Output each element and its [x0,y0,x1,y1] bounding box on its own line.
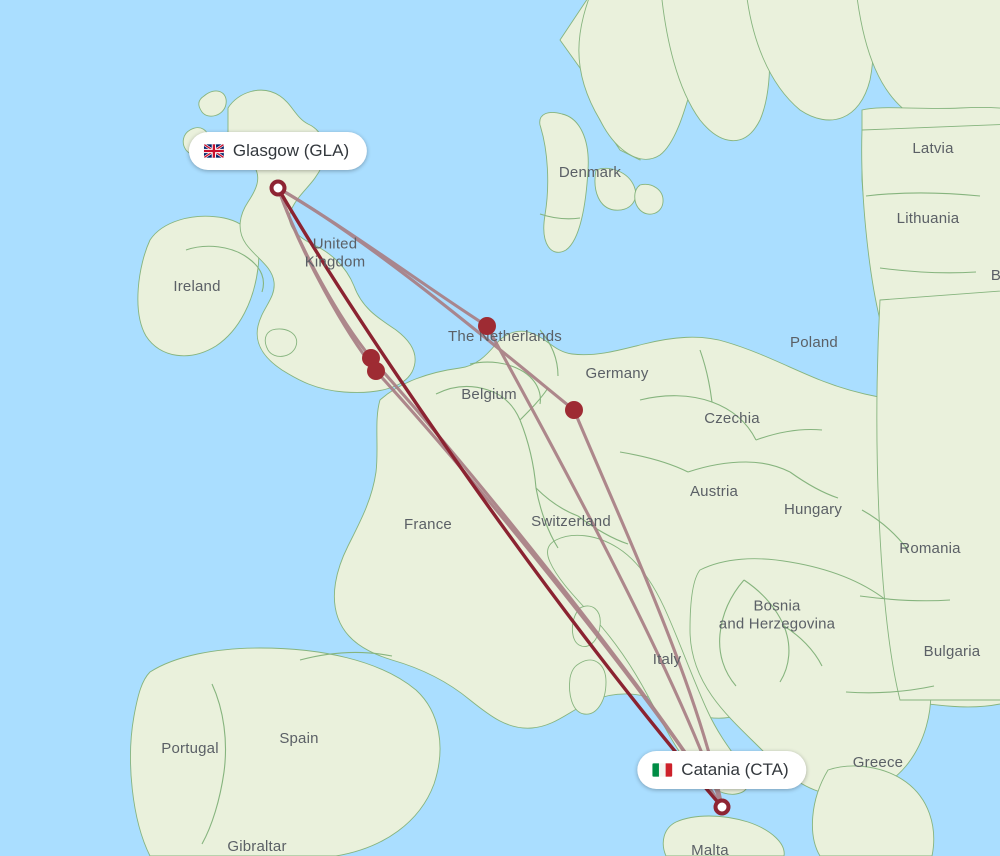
glasgow-label-pill[interactable]: Glasgow (GLA) [188,132,368,170]
land-wales-tip [264,328,298,357]
it-flag-icon [652,763,673,777]
waypoint-london-gatwick[interactable] [367,362,385,380]
glasgow-airport-marker[interactable] [269,179,287,197]
land-eastern-europe [876,290,1000,701]
catania-airport-marker[interactable] [713,798,731,816]
glasgow-label-text: Glasgow (GLA) [232,141,350,160]
catania-label-text: Catania (CTA) [681,760,789,779]
gb-flag-icon [203,144,224,158]
catania-label-pill[interactable]: Catania (CTA) [637,751,807,789]
map-canvas [0,0,1000,856]
waypoint-frankfurt[interactable] [565,401,583,419]
waypoint-amsterdam[interactable] [478,317,496,335]
land-iberia [130,647,441,856]
land-latvia-lith [861,124,1000,321]
flight-route-map[interactable]: Denmark Latvia Lithuania B Ireland Unite… [0,0,1000,856]
